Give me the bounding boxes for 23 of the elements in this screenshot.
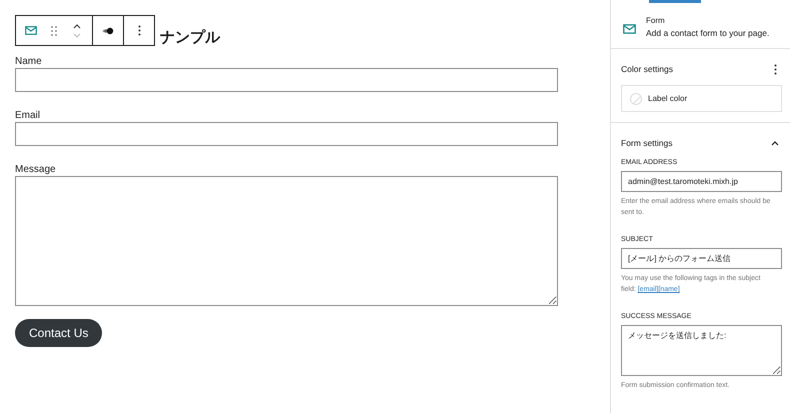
field-label: Email [15, 110, 42, 121]
input-field[interactable] [15, 122, 558, 146]
more-vertical-icon [138, 25, 140, 36]
input-field[interactable]: [メール] からのフォーム送信 [621, 248, 782, 269]
envelope-icon [25, 26, 37, 35]
message-field[interactable] [15, 176, 558, 306]
style-dots-icon [102, 26, 114, 34]
panel-title: Color settings [621, 64, 673, 74]
submit-button[interactable]: Contact Us [15, 319, 102, 347]
no-color-swatch-icon [630, 92, 642, 104]
block-description: Add a contact form to your page. [646, 28, 770, 38]
input-field[interactable]: admin@test.taromoteki.mixh.jp [621, 171, 782, 192]
message-field[interactable]: メッセージを送信しました: [621, 325, 782, 376]
field-label: Name [15, 56, 43, 67]
active-tab-indicator [649, 0, 701, 3]
input-field[interactable] [15, 68, 558, 92]
drag-handle-icon [51, 26, 57, 36]
form-heading: ナンプル [160, 28, 222, 48]
panel-title: Form settings [621, 138, 672, 148]
block-title: Form [646, 16, 666, 25]
color-option[interactable]: Label color [621, 85, 782, 112]
envelope-icon [623, 24, 636, 34]
field-label: Message [15, 164, 57, 175]
